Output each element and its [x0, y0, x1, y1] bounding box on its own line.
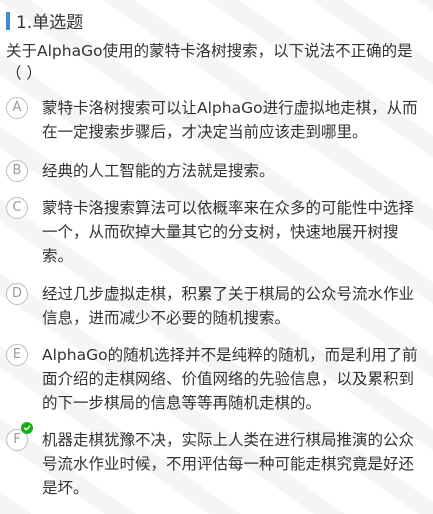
option-b[interactable]: B 经典的人工智能的方法就是搜索。 [6, 159, 426, 183]
option-e[interactable]: E AlphaGo的随机选择并不是纯粹的随机，而是利用了前面介绍的走棋网络、价值… [6, 343, 426, 415]
option-a-text: 蒙特卡洛树搜索可以让AlphaGo进行虚拟地走棋，从而在一定搜索步骤后，才决定当… [42, 99, 418, 141]
option-f-letter: F [6, 422, 33, 451]
accent-bar [6, 11, 10, 30]
option-c[interactable]: C 蒙特卡洛搜索算法可以依概率来在众多的可能性中选择一个，从而砍掉大量其它的分支… [6, 196, 426, 268]
option-e-text: AlphaGo的随机选择并不是纯粹的随机，而是利用了前面介绍的走棋网络、价值网络… [42, 346, 418, 412]
question-header: 1.单选题 [6, 8, 83, 33]
option-d-text: 经过几步虚拟走棋，积累了关于棋局的公众号流水作业信息，进而减少不必要的随机搜索。 [42, 285, 415, 327]
option-b-text: 经典的人工智能的方法就是搜索。 [42, 162, 275, 180]
option-c-letter: C [6, 197, 28, 219]
option-f-letter-text: F [13, 432, 21, 447]
option-d-letter: D [6, 283, 28, 305]
option-c-text: 蒙特卡洛搜索算法可以依概率来在众多的可能性中选择一个，从而砍掉大量其它的分支树，… [42, 199, 415, 265]
option-a-letter: A [6, 97, 28, 119]
option-b-letter: B [6, 160, 28, 182]
option-a[interactable]: A 蒙特卡洛树搜索可以让AlphaGo进行虚拟地走棋，从而在一定搜索步骤后，才决… [6, 96, 426, 144]
check-circle-icon [21, 422, 33, 434]
option-f-text: 机器走棋犹豫不决，实际上人类在进行棋局推演的公众号流水作业时候，不用评估每一种可… [42, 431, 415, 497]
question-text: 关于AlphaGo使用的蒙特卡洛树搜索，以下说法不正确的是（ ） [6, 42, 413, 82]
option-e-letter: E [6, 344, 28, 366]
question-type-title: 1.单选题 [16, 13, 84, 33]
option-d[interactable]: D 经过几步虚拟走棋，积累了关于棋局的公众号流水作业信息，进而减少不必要的随机搜… [6, 282, 426, 330]
option-f[interactable]: F 机器走棋犹豫不决，实际上人类在进行棋局推演的公众号流水作业时候，不用评估每一… [6, 422, 426, 500]
